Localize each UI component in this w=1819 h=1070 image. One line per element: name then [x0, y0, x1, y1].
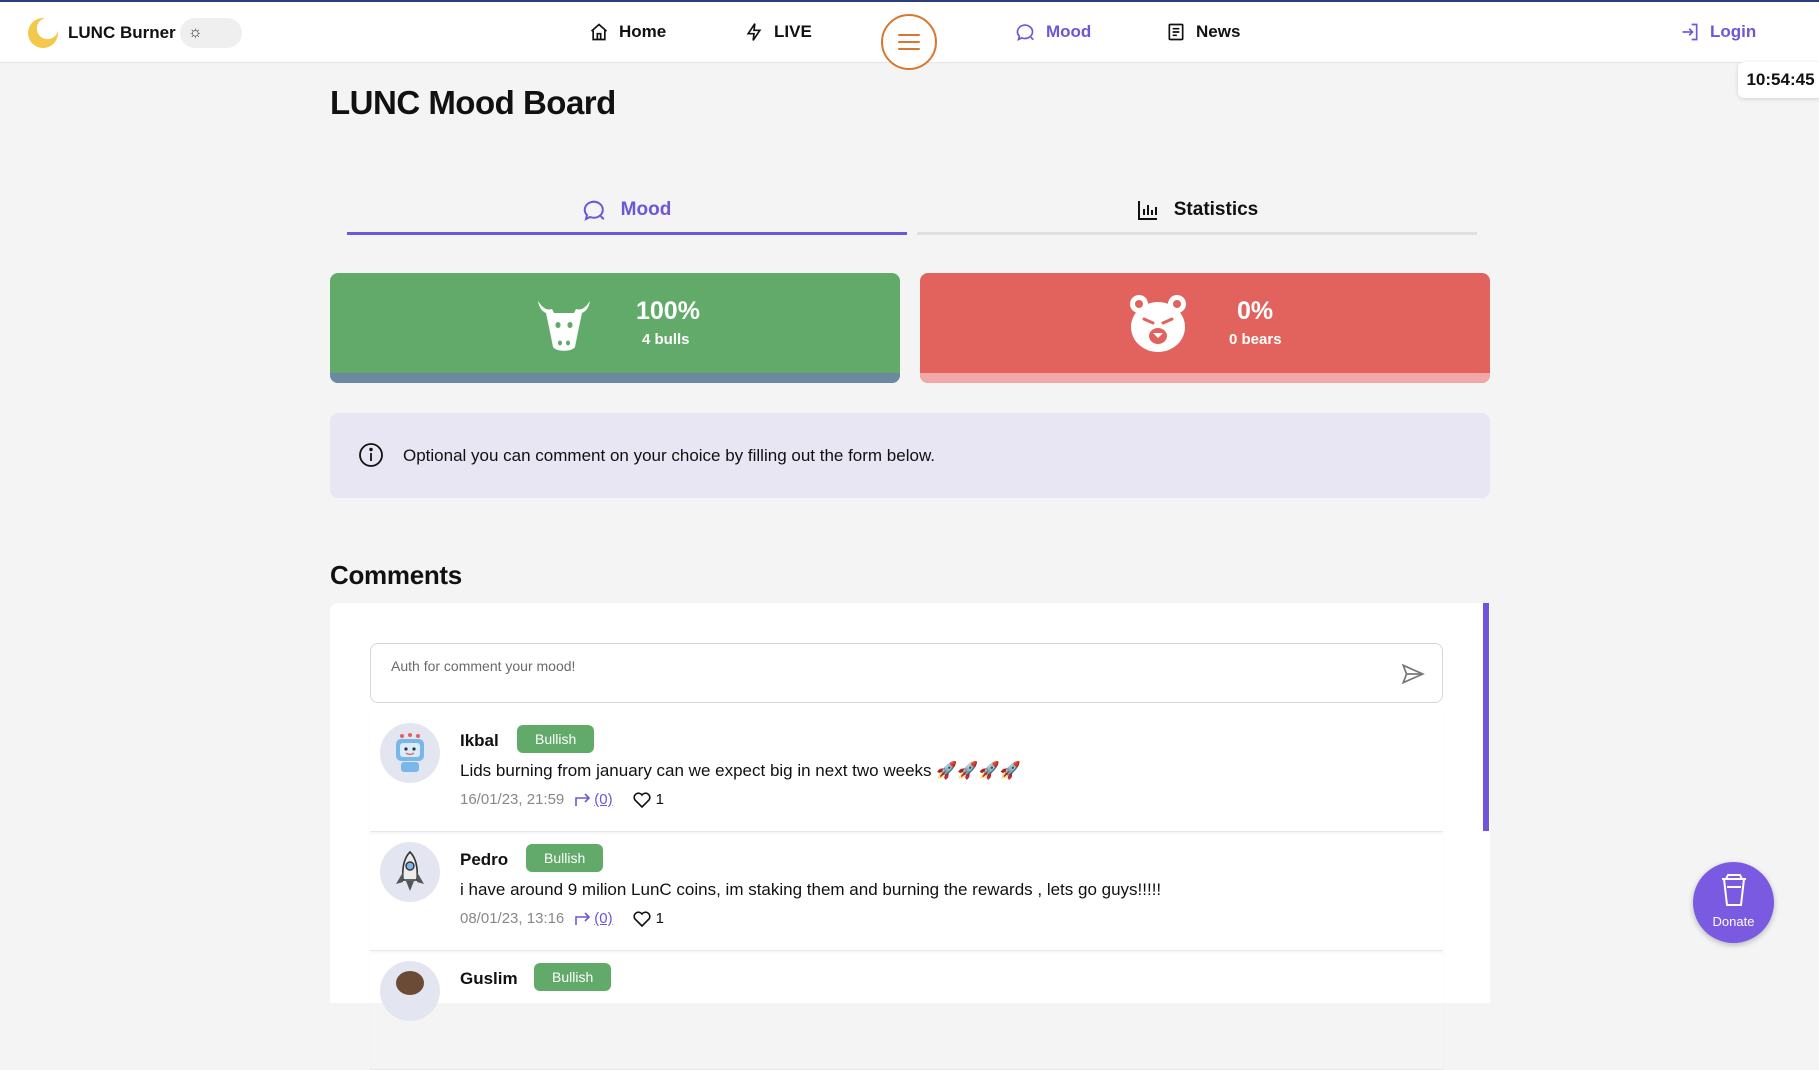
- bar-chart-icon: [1137, 201, 1157, 220]
- sun-icon: ☼: [188, 24, 203, 41]
- bull-icon: [538, 301, 590, 351]
- share-icon: [575, 792, 591, 806]
- person-avatar: [380, 961, 440, 1021]
- bear-icon: [1130, 295, 1186, 352]
- top-navbar: LUNC Burner ☼ Home LIVE Mood News Login: [0, 2, 1819, 70]
- nav-mood[interactable]: Mood: [1016, 22, 1091, 42]
- menu-line: [898, 41, 920, 43]
- nav-live[interactable]: LIVE: [744, 22, 812, 42]
- rocket-avatar: [380, 842, 440, 902]
- chat-bubbles-icon: [1016, 24, 1034, 42]
- like-count: 1: [655, 910, 664, 927]
- comments-scrollbar[interactable]: [1483, 603, 1489, 831]
- bear-percent: 0%: [1237, 297, 1274, 325]
- comment-text: Lids burning from january can we expect …: [460, 761, 1021, 780]
- chat-bubbles-icon: [583, 200, 605, 221]
- brand-name[interactable]: LUNC Burner: [68, 23, 176, 43]
- newspaper-icon: [1168, 23, 1184, 41]
- comment-item: Guslim Bullish: [370, 951, 1443, 1070]
- bull-vote-card[interactable]: 100% 4 bulls: [330, 273, 900, 383]
- hamburger-menu-button[interactable]: [881, 14, 937, 70]
- clock: 10:54:45: [1738, 62, 1819, 98]
- mood-badge: Bullish: [517, 725, 595, 753]
- tab-statistics[interactable]: Statistics: [917, 188, 1477, 235]
- comment-item: Ikbal Bullish Lids burning from january …: [370, 713, 1443, 832]
- login-icon: [1682, 23, 1698, 41]
- comment-author[interactable]: Ikbal: [460, 731, 499, 751]
- page-title: LUNC Mood Board: [330, 84, 616, 121]
- heart-icon: [633, 791, 651, 808]
- lightning-icon: [746, 23, 762, 41]
- info-icon: [359, 443, 383, 467]
- theme-toggle[interactable]: ☼: [180, 18, 242, 48]
- nav-news-label: News: [1196, 22, 1241, 41]
- comment-author[interactable]: Pedro: [460, 850, 508, 870]
- share-count: (0): [594, 910, 613, 927]
- nav-news[interactable]: News: [1166, 22, 1240, 42]
- comment-form: [370, 643, 1443, 703]
- donate-label: Donate: [1712, 914, 1755, 929]
- comment-item: Pedro Bullish i have around 9 milion Lun…: [370, 832, 1443, 951]
- comments-panel: Ikbal Bullish Lids burning from january …: [330, 603, 1490, 1070]
- lunc-logo-icon[interactable]: [28, 18, 58, 48]
- info-alert: Optional you can comment on your choice …: [330, 413, 1490, 498]
- comment-text: i have around 9 milion LunC coins, im st…: [460, 880, 1162, 899]
- mood-badge: Bullish: [526, 844, 604, 872]
- menu-line: [898, 34, 920, 36]
- menu-line: [898, 48, 920, 50]
- share-button[interactable]: (0): [574, 791, 613, 808]
- info-text: Optional you can comment on your choice …: [403, 446, 936, 465]
- coffee-cup-icon: [1722, 874, 1746, 906]
- like-count: 1: [655, 791, 664, 808]
- nav-home-label: Home: [619, 22, 667, 41]
- donate-button[interactable]: Donate: [1693, 862, 1774, 943]
- bear-count: 0 bears: [1229, 331, 1282, 348]
- like-button[interactable]: 1: [633, 910, 664, 927]
- mood-badge: Bullish: [534, 963, 612, 991]
- comment-date: 08/01/23, 13:16: [460, 910, 565, 927]
- robot-avatar: [380, 723, 440, 783]
- bull-progress-bar: [330, 373, 900, 383]
- tab-mood-label: Mood: [620, 199, 672, 220]
- tab-mood[interactable]: Mood: [347, 188, 907, 235]
- bear-vote-card[interactable]: 0% 0 bears: [920, 273, 1490, 383]
- like-button[interactable]: 1: [633, 791, 664, 808]
- comments-title: Comments: [330, 560, 462, 590]
- share-icon: [575, 911, 591, 925]
- bull-percent: 100%: [636, 297, 700, 325]
- nav-mood-label: Mood: [1046, 22, 1092, 41]
- home-icon: [590, 23, 608, 41]
- share-count: (0): [594, 791, 613, 808]
- comment-meta: 08/01/23, 13:16 (0) 1: [460, 910, 664, 927]
- send-icon[interactable]: [1400, 661, 1426, 687]
- login-button[interactable]: Login: [1680, 22, 1756, 42]
- nav-home[interactable]: Home: [589, 22, 666, 42]
- comment-date: 16/01/23, 21:59: [460, 791, 565, 808]
- share-button[interactable]: (0): [574, 910, 613, 927]
- comment-meta: 16/01/23, 21:59 (0) 1: [460, 791, 664, 808]
- tab-statistics-label: Statistics: [1173, 199, 1259, 220]
- comment-author[interactable]: Guslim: [460, 969, 518, 989]
- login-label: Login: [1710, 22, 1757, 41]
- comment-input[interactable]: [389, 652, 1353, 680]
- nav-live-label: LIVE: [774, 22, 812, 41]
- bear-progress-bar: [920, 373, 1490, 383]
- heart-icon: [633, 910, 651, 927]
- bull-count: 4 bulls: [642, 331, 690, 348]
